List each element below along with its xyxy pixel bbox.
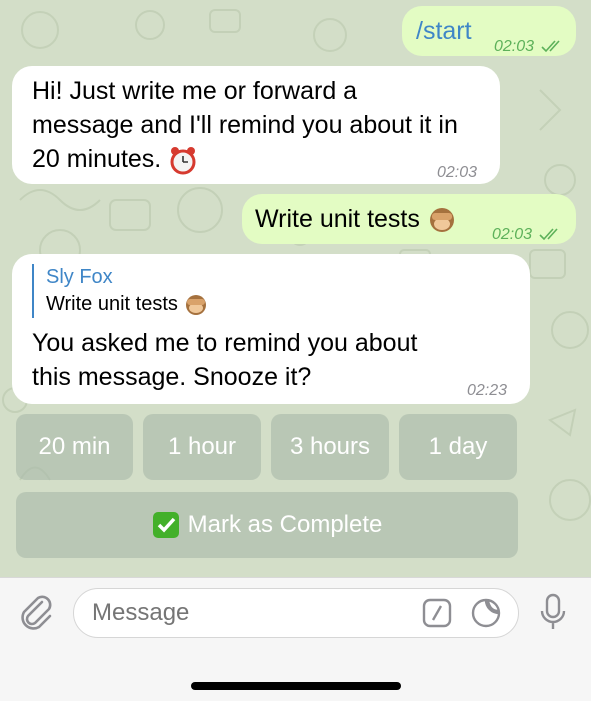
incoming-message-greeting[interactable]: Hi! Just write me or forward a message a… [12, 66, 500, 184]
message-text: /start [416, 17, 472, 45]
message-input[interactable] [73, 588, 519, 638]
message-line: 20 minutes. [32, 142, 458, 176]
outgoing-message-unit-tests[interactable]: Write unit tests 02:03 [242, 194, 576, 244]
outgoing-message-start[interactable]: /start 02:03 [402, 6, 576, 56]
snooze-1-hour-button[interactable]: 1 hour [143, 414, 261, 480]
message-composer [0, 577, 591, 701]
message-line: message and I'll remind you about it in [32, 111, 458, 139]
microphone-icon[interactable] [538, 592, 568, 632]
message-text: Write unit tests [255, 205, 420, 233]
message-time: 02:23 [467, 382, 508, 399]
message-time: 02:03 [492, 218, 565, 252]
sticker-icon[interactable] [470, 597, 502, 629]
message-line: this message. Snooze it? [32, 363, 312, 391]
message-time: 02:03 [494, 30, 567, 64]
message-line: Hi! Just write me or forward a [32, 77, 358, 105]
alarm-clock-emoji-icon [170, 147, 196, 175]
reply-text: Write unit tests [46, 290, 209, 318]
message-time: 02:03 [437, 164, 478, 181]
snooze-1-day-button[interactable]: 1 day [399, 414, 517, 480]
paperclip-icon[interactable] [18, 594, 54, 634]
double-check-icon [538, 228, 558, 240]
mark-as-complete-label: Mark as Complete [187, 511, 383, 538]
check-mark-button-icon [152, 512, 179, 538]
message-line: You asked me to remind you about [32, 329, 418, 357]
command-icon[interactable] [422, 598, 452, 628]
snooze-20-min-button[interactable]: 20 min [16, 414, 133, 480]
see-no-evil-monkey-emoji-icon [429, 208, 454, 233]
incoming-message-reminder[interactable]: Sly Fox Write unit tests You asked me to… [12, 254, 530, 404]
snooze-3-hours-button[interactable]: 3 hours [271, 414, 389, 480]
double-check-icon [540, 40, 560, 52]
home-indicator [191, 682, 401, 690]
see-no-evil-monkey-emoji-icon [186, 294, 207, 315]
reply-author: Sly Fox [46, 266, 113, 288]
mark-as-complete-button[interactable]: Mark as Complete [16, 492, 518, 558]
reply-quote[interactable]: Sly Fox Write unit tests [32, 264, 209, 318]
